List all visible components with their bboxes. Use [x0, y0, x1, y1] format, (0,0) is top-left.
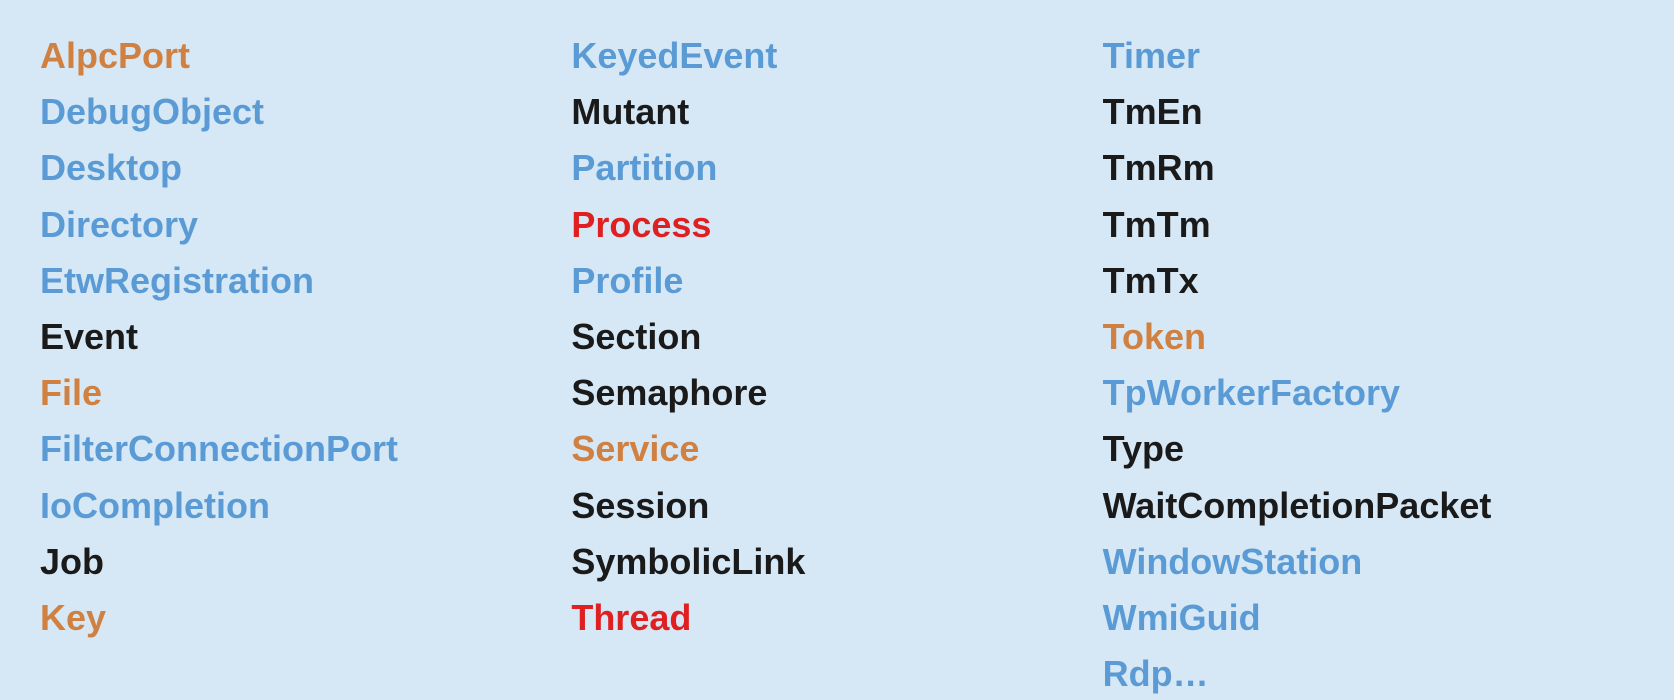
column-col1: AlpcPortDebugObjectDesktopDirectoryEtwRe… — [40, 30, 571, 700]
column-col3: TimerTmEnTmRmTmTmTmTxTokenTpWorkerFactor… — [1103, 30, 1634, 700]
item-waitcompletionpacket: WaitCompletionPacket — [1103, 480, 1634, 532]
item-symboliclink: SymbolicLink — [571, 536, 1102, 588]
item-wmiguid: WmiGuid — [1103, 592, 1634, 644]
column-col2: KeyedEventMutantPartitionProcessProfileS… — [571, 30, 1102, 700]
item-timer: Timer — [1103, 30, 1634, 82]
columns-container: AlpcPortDebugObjectDesktopDirectoryEtwRe… — [40, 30, 1634, 700]
item-iocompletion: IoCompletion — [40, 480, 571, 532]
item-job: Job — [40, 536, 571, 588]
item-tmtx: TmTx — [1103, 255, 1634, 307]
item-rdp: Rdp… — [1103, 648, 1634, 700]
item-mutant: Mutant — [571, 86, 1102, 138]
item-filterconnectionport: FilterConnectionPort — [40, 423, 571, 475]
item-etwregistration: EtwRegistration — [40, 255, 571, 307]
item-event: Event — [40, 311, 571, 363]
item-thread: Thread — [571, 592, 1102, 644]
item-profile: Profile — [571, 255, 1102, 307]
item-type: Type — [1103, 423, 1634, 475]
item-session: Session — [571, 480, 1102, 532]
item-debugobject: DebugObject — [40, 86, 571, 138]
item-semaphore: Semaphore — [571, 367, 1102, 419]
item-partition: Partition — [571, 142, 1102, 194]
item-keyedevent: KeyedEvent — [571, 30, 1102, 82]
item-tmen: TmEn — [1103, 86, 1634, 138]
item-windowstation: WindowStation — [1103, 536, 1634, 588]
item-desktop: Desktop — [40, 142, 571, 194]
item-alpcport: AlpcPort — [40, 30, 571, 82]
item-process: Process — [571, 199, 1102, 251]
item-tpworkerfactory: TpWorkerFactory — [1103, 367, 1634, 419]
item-tmrm: TmRm — [1103, 142, 1634, 194]
item-key: Key — [40, 592, 571, 644]
item-file: File — [40, 367, 571, 419]
item-directory: Directory — [40, 199, 571, 251]
item-service: Service — [571, 423, 1102, 475]
item-section: Section — [571, 311, 1102, 363]
item-tmtm: TmTm — [1103, 199, 1634, 251]
item-token: Token — [1103, 311, 1634, 363]
